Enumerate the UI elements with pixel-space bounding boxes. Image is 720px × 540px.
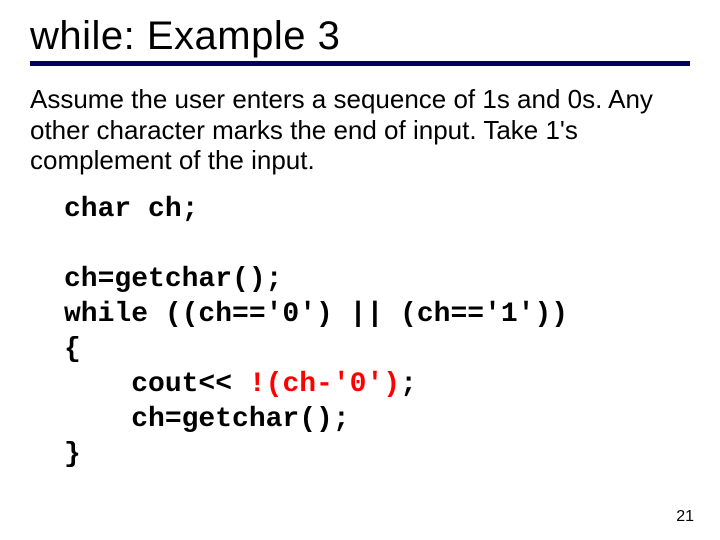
slide-title: while: Example 3 — [30, 14, 690, 59]
code-line-6-suffix: ; — [400, 369, 417, 400]
slide-description: Assume the user enters a sequence of 1s … — [30, 84, 690, 176]
code-line-1: char ch; — [64, 194, 198, 225]
code-line-6-prefix: cout<< — [64, 369, 249, 400]
code-line-6-red: !(ch-'0') — [249, 369, 400, 400]
code-line-8: } — [64, 439, 81, 470]
code-line-3: ch=getchar(); — [64, 264, 282, 295]
code-block: char ch; ch=getchar(); while ((ch=='0') … — [30, 192, 690, 472]
title-underline — [30, 61, 690, 66]
code-line-7: ch=getchar(); — [64, 404, 350, 435]
code-line-4: while ((ch=='0') || (ch=='1')) — [64, 299, 568, 330]
page-number: 21 — [676, 508, 694, 526]
code-line-5: { — [64, 334, 81, 365]
